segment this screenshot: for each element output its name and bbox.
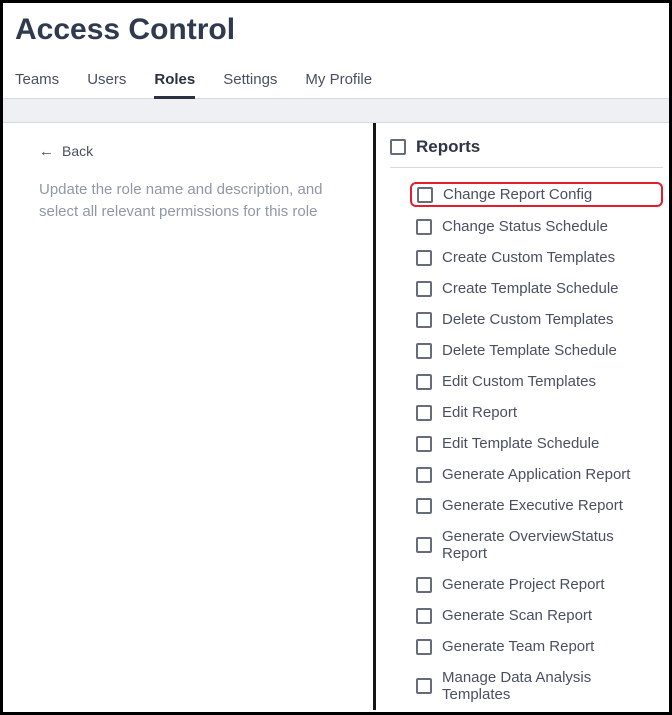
permission-checkbox[interactable] (416, 537, 432, 553)
permission-item[interactable]: Edit Custom Templates (410, 370, 663, 393)
tab-my-profile[interactable]: My Profile (305, 71, 372, 98)
permission-item[interactable]: Delete Custom Templates (410, 308, 663, 331)
permission-checkbox[interactable] (416, 405, 432, 421)
permission-checkbox[interactable] (416, 577, 432, 593)
permission-label: Change Status Schedule (442, 218, 608, 235)
permission-item[interactable]: Delete Template Schedule (410, 339, 663, 362)
permission-label: Edit Custom Templates (442, 373, 596, 390)
permission-checkbox[interactable] (416, 498, 432, 514)
permission-checkbox[interactable] (416, 467, 432, 483)
permission-item[interactable]: Generate Project Report (410, 573, 663, 596)
permission-label: Create Template Schedule (442, 280, 619, 297)
tab-settings[interactable]: Settings (223, 71, 277, 98)
role-edit-description: Update the role name and description, an… (39, 179, 349, 223)
main: ← Back Update the role name and descript… (3, 123, 669, 710)
permission-item[interactable]: Create Custom Templates (410, 246, 663, 269)
permission-item[interactable]: Generate Team Report (410, 635, 663, 658)
permission-checkbox[interactable] (416, 250, 432, 266)
permission-label: Generate Team Report (442, 638, 594, 655)
permission-checkbox[interactable] (416, 608, 432, 624)
permission-checkbox[interactable] (416, 281, 432, 297)
permission-checkbox[interactable] (416, 678, 432, 694)
permission-checkbox[interactable] (416, 219, 432, 235)
permission-item[interactable]: Edit Template Schedule (410, 432, 663, 455)
tabs-bar: Teams Users Roles Settings My Profile (3, 55, 669, 99)
permission-label: Generate Application Report (442, 466, 630, 483)
tab-roles[interactable]: Roles (154, 71, 195, 98)
section-title: Reports (416, 137, 480, 157)
permission-checkbox[interactable] (416, 639, 432, 655)
permission-label: Manage Data Analysis Templates (442, 669, 657, 703)
permission-label: Delete Template Schedule (442, 342, 617, 359)
permission-label: Edit Report (442, 404, 517, 421)
permission-checkbox[interactable] (416, 436, 432, 452)
permission-label: Generate Scan Report (442, 607, 592, 624)
tab-teams[interactable]: Teams (15, 71, 59, 98)
permission-checkbox[interactable] (416, 374, 432, 390)
left-panel: ← Back Update the role name and descript… (3, 123, 373, 710)
permission-item[interactable]: Edit Report (410, 401, 663, 424)
permission-item[interactable]: Change Status Schedule (410, 215, 663, 238)
permission-label: Change Report Config (443, 186, 592, 203)
permission-label: Edit Template Schedule (442, 435, 599, 452)
page-title: Access Control (3, 3, 669, 55)
permission-item[interactable]: Change Report Config (410, 182, 663, 207)
back-label: Back (62, 143, 93, 159)
tab-users[interactable]: Users (87, 71, 126, 98)
back-button[interactable]: ← Back (39, 143, 349, 159)
arrow-left-icon: ← (39, 144, 54, 159)
permission-label: Create Custom Templates (442, 249, 615, 266)
permission-checkbox[interactable] (416, 312, 432, 328)
permissions-section-header[interactable]: Reports (390, 137, 663, 168)
permission-item[interactable]: Manage Data Analysis Templates (410, 666, 663, 706)
permissions-panel: Reports Change Report Config Change Statu… (376, 123, 669, 710)
permission-label: Generate OverviewStatus Report (442, 528, 657, 562)
permission-label: Generate Executive Report (442, 497, 623, 514)
permission-item[interactable]: Create Template Schedule (410, 277, 663, 300)
permissions-list: Change Report Config Change Status Schedu… (390, 182, 663, 710)
permission-item[interactable]: Generate Application Report (410, 463, 663, 486)
band (3, 99, 669, 123)
permission-item[interactable]: Generate Executive Report (410, 494, 663, 517)
section-checkbox[interactable] (390, 139, 406, 155)
permission-label: Delete Custom Templates (442, 311, 613, 328)
permission-checkbox[interactable] (417, 187, 433, 203)
permission-label: Generate Project Report (442, 576, 605, 593)
permission-item[interactable]: Generate Scan Report (410, 604, 663, 627)
permission-checkbox[interactable] (416, 343, 432, 359)
permission-item[interactable]: Generate OverviewStatus Report (410, 525, 663, 565)
